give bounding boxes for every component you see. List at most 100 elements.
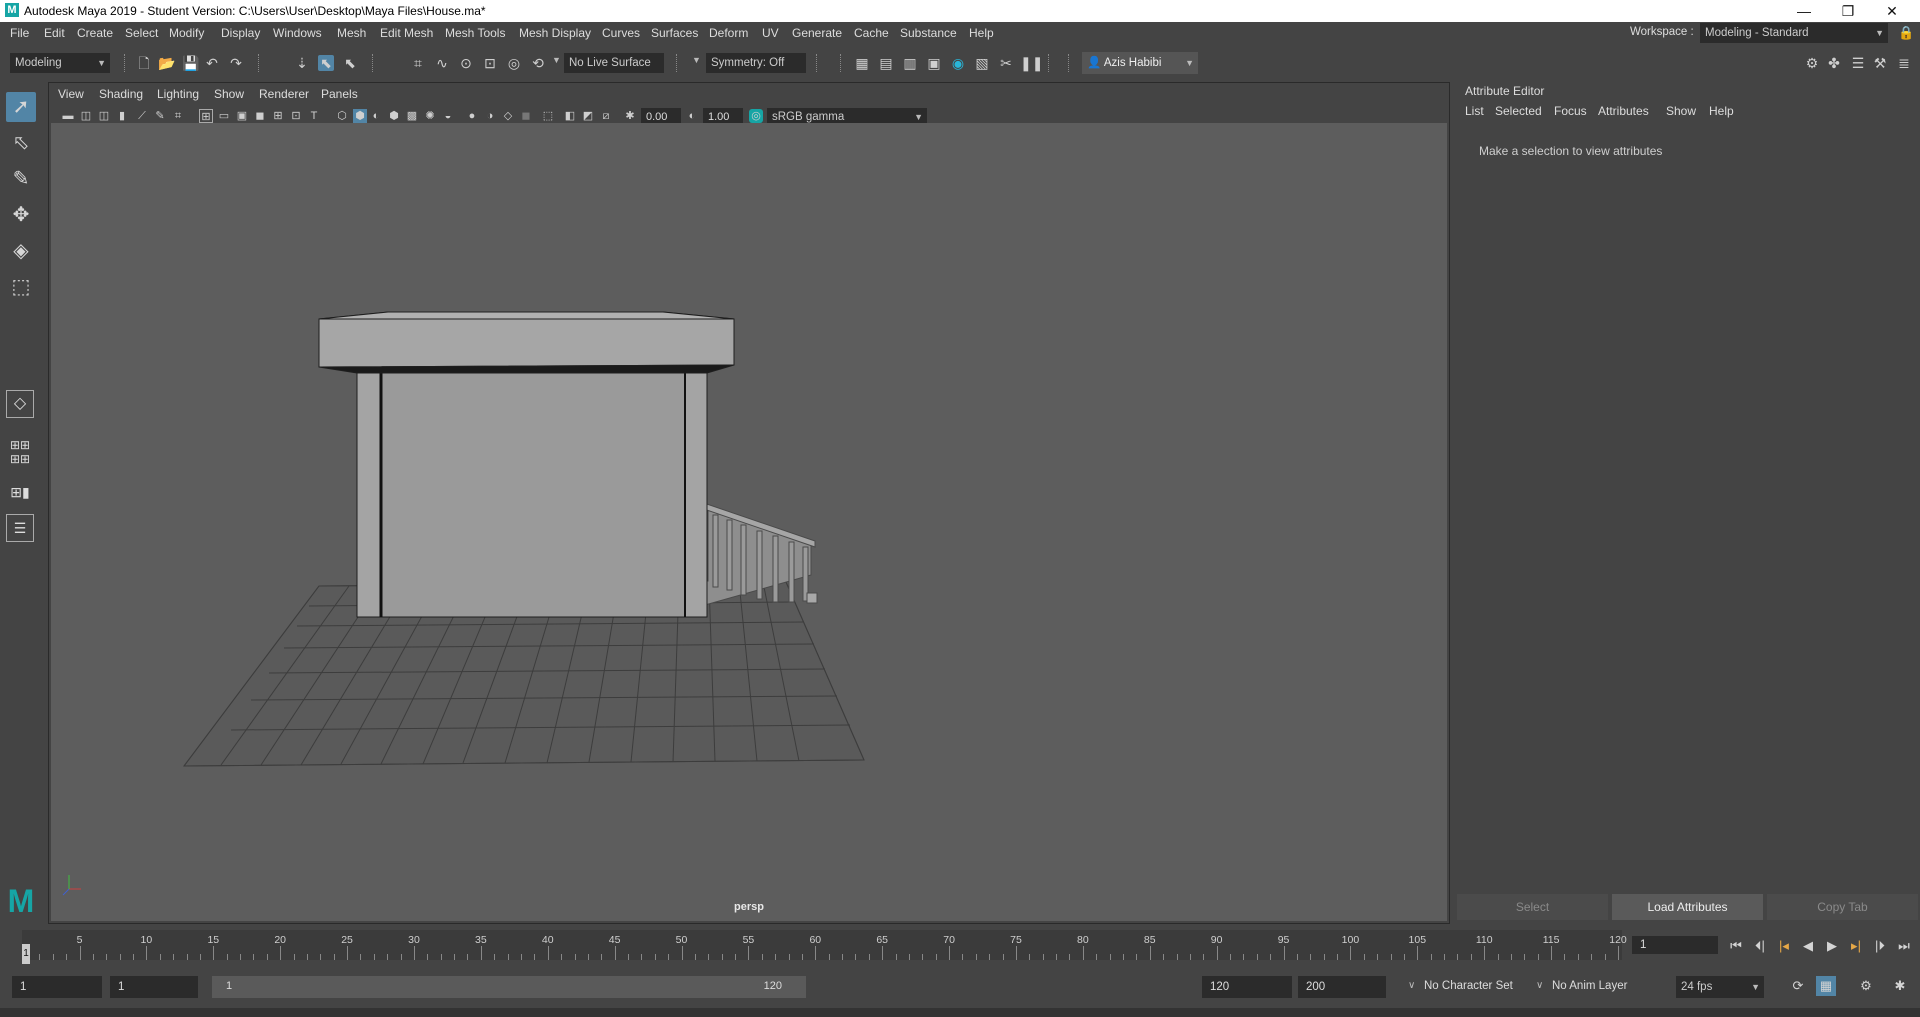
new-scene-icon[interactable]: 🗋	[136, 55, 152, 71]
snap-point-icon[interactable]: ⊙	[458, 55, 474, 71]
depth-of-field-icon[interactable]: ◼	[519, 109, 533, 123]
select-tool-icon[interactable]: ➚	[6, 92, 36, 122]
step-back-frame-icon[interactable]: |◂	[1774, 936, 1794, 956]
chevron-down-icon[interactable]: ∨	[1408, 980, 1415, 991]
menu-deform[interactable]: Deform	[709, 26, 748, 40]
four-view-layout-icon[interactable]: ⊞⊞ ⊞⊞	[6, 438, 34, 466]
field-chart-icon[interactable]: ⊞	[271, 109, 285, 123]
screen-space-ao-icon[interactable]: ●	[465, 109, 479, 123]
current-frame-field[interactable]: 1	[1632, 936, 1718, 954]
make-live-icon[interactable]: ◎	[506, 55, 522, 71]
select-component-icon[interactable]: ⬉	[342, 55, 358, 71]
step-back-key-icon[interactable]: ⏴|	[1750, 936, 1770, 956]
auto-key-icon[interactable]: ▦	[1816, 976, 1836, 996]
animation-start-field[interactable]: 1	[12, 976, 102, 998]
scale-tool-icon[interactable]: ⬚	[6, 272, 36, 302]
hik-icon[interactable]: ✤	[1826, 55, 1842, 71]
time-ruler[interactable]: 5 10 15 20 25 30 35 40 45 50 55 60 65 70 75 80 85 90 95 100…	[22, 930, 1627, 960]
command-line[interactable]	[0, 1008, 1920, 1017]
camera-attributes-icon[interactable]: ◫	[79, 109, 93, 123]
use-all-lights-icon[interactable]: ✺	[423, 109, 437, 123]
select-hierarchy-icon[interactable]: ⇣	[294, 55, 310, 71]
single-perspective-view-icon[interactable]: ◇	[6, 390, 34, 418]
snap-curve-icon[interactable]: ∿	[434, 55, 450, 71]
channel-box-icon[interactable]: ≣	[1896, 55, 1912, 71]
animation-end-field[interactable]: 200	[1298, 976, 1386, 998]
ipr-render-icon[interactable]: ▣	[926, 55, 942, 71]
snap-grid-icon[interactable]: ⌗	[410, 55, 426, 71]
pause-icon[interactable]: ❚❚	[1020, 55, 1043, 71]
default-material-icon[interactable]: ◐	[369, 109, 383, 123]
perspective-viewport[interactable]: persp	[51, 123, 1447, 921]
panel-menu-shading[interactable]: Shading	[99, 87, 143, 101]
chevron-down-icon[interactable]: ∨	[1536, 980, 1543, 991]
wireframe-icon[interactable]: ⬡	[335, 109, 349, 123]
modeling-toolkit-icon[interactable]: ⚙	[1804, 55, 1820, 71]
workspace-dropdown[interactable]: Modeling - Standard ▼	[1700, 23, 1888, 43]
smooth-shade-icon[interactable]: ⬢	[353, 109, 367, 123]
gamma-icon[interactable]: ◐	[685, 109, 699, 123]
menu-mesh-display[interactable]: Mesh Display	[519, 26, 591, 40]
motion-blur-icon[interactable]: ◑	[483, 109, 497, 123]
menu-uv[interactable]: UV	[762, 26, 779, 40]
select-object-icon[interactable]: ⬉	[318, 55, 334, 71]
image-plane-icon[interactable]: ▮	[115, 109, 129, 123]
range-slider[interactable]: 1 120	[212, 976, 806, 998]
select-button[interactable]: Select	[1457, 894, 1608, 920]
panel-menu-panels[interactable]: Panels	[321, 87, 358, 101]
menu-curves[interactable]: Curves	[602, 26, 640, 40]
menu-file[interactable]: File	[10, 26, 29, 40]
isolate-select-icon[interactable]: ⬚	[541, 109, 555, 123]
panel-menu-lighting[interactable]: Lighting	[157, 87, 199, 101]
character-set-dropdown[interactable]: No Character Set	[1424, 980, 1513, 992]
menuset-dropdown[interactable]: Modeling ▼	[10, 53, 110, 73]
loop-icon[interactable]: ⟳	[1788, 976, 1808, 996]
go-to-end-icon[interactable]: ⏭	[1894, 936, 1914, 956]
bookmarks-icon[interactable]: ◫	[97, 109, 111, 123]
open-scene-icon[interactable]: 📂	[158, 55, 175, 71]
camera-select-icon[interactable]: ▬	[61, 109, 75, 123]
persp-outliner-layout-icon[interactable]: ⊞▮	[6, 478, 34, 506]
lock-icon[interactable]: 🔒	[1898, 25, 1914, 41]
multisample-aa-icon[interactable]: ◇	[501, 109, 515, 123]
attr-menu-help[interactable]: Help	[1709, 104, 1734, 118]
anim-preferences-icon[interactable]: ⚙	[1856, 976, 1876, 996]
hypershade-icon[interactable]: ◉	[950, 55, 966, 71]
two-d-pan-zoom-icon[interactable]: ⟋	[135, 109, 149, 123]
safe-action-icon[interactable]: ⊡	[289, 109, 303, 123]
xray-components-icon[interactable]: ⧄	[599, 109, 613, 123]
anim-layer-dropdown[interactable]: No Anim Layer	[1552, 980, 1627, 992]
render-settings-icon[interactable]: ▦	[854, 55, 870, 71]
chevron-down-icon[interactable]: ▼	[552, 55, 561, 65]
step-forward-key-icon[interactable]: |⏵	[1870, 936, 1890, 956]
snap-view-plane-icon[interactable]: ⊡	[482, 55, 498, 71]
load-attributes-button[interactable]: Load Attributes	[1612, 894, 1763, 920]
minimize-button[interactable]: —	[1782, 0, 1826, 22]
step-forward-frame-icon[interactable]: ▸|	[1846, 936, 1866, 956]
playback-options-icon[interactable]: ✱	[1890, 976, 1910, 996]
move-tool-icon[interactable]: ✥	[6, 200, 36, 230]
attr-menu-selected[interactable]: Selected	[1495, 104, 1542, 118]
copy-tab-button[interactable]: Copy Tab	[1767, 894, 1918, 920]
shadows-icon[interactable]: ◒	[441, 109, 455, 123]
exposure-icon[interactable]: ✱	[623, 109, 637, 123]
textured-icon[interactable]: ▩	[405, 109, 419, 123]
current-time-marker[interactable]: 1	[22, 944, 30, 964]
menu-edit-mesh[interactable]: Edit Mesh	[380, 26, 433, 40]
play-backwards-icon[interactable]: ◀	[1798, 936, 1818, 956]
tool-settings-icon[interactable]: ⚒	[1872, 55, 1888, 71]
gate-mask-icon[interactable]: ◼	[253, 109, 267, 123]
play-forwards-icon[interactable]: ▶	[1822, 936, 1842, 956]
rotate-tool-icon[interactable]: ◈	[6, 236, 36, 266]
menu-windows[interactable]: Windows	[273, 26, 322, 40]
restore-button[interactable]: ❐	[1826, 0, 1870, 22]
render-view-icon[interactable]: ▤	[878, 55, 894, 71]
lasso-tool-icon[interactable]: ⬁	[6, 128, 36, 158]
panel-menu-show[interactable]: Show	[214, 87, 244, 101]
film-gate-icon[interactable]: ▭	[217, 109, 231, 123]
menu-surfaces[interactable]: Surfaces	[651, 26, 698, 40]
outliner-icon[interactable]: ☰	[6, 514, 34, 542]
grid-icon[interactable]: ⌗	[171, 109, 185, 123]
playback-end-field[interactable]: 120	[1202, 976, 1292, 998]
attr-menu-focus[interactable]: Focus	[1554, 104, 1587, 118]
